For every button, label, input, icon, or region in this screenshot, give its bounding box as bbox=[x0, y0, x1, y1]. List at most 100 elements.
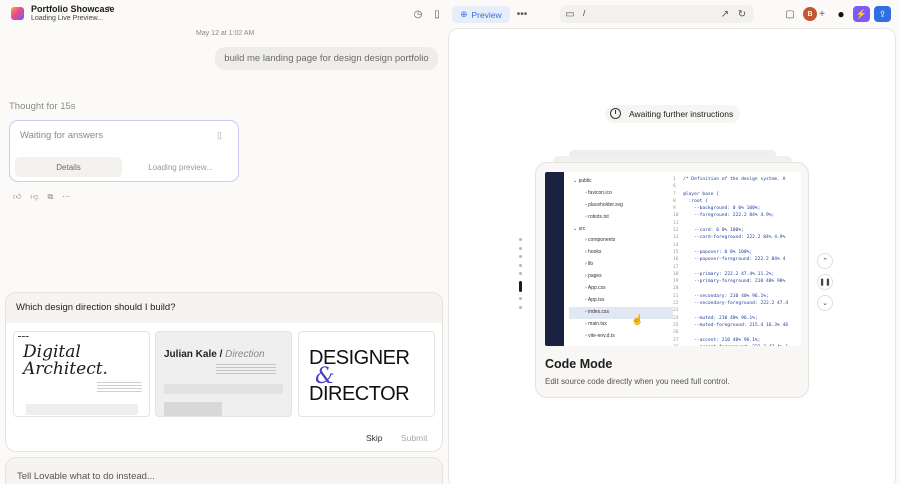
waiting-card: Waiting for answers ▯ Details Loading pr… bbox=[9, 120, 239, 182]
file-tree-item[interactable]: ⌄ public bbox=[569, 176, 673, 188]
file-tree-item[interactable]: ⌄ src bbox=[569, 224, 673, 236]
code-mode-card: ⌄ public ▫ favicon.ico ▫ placeholder.svg ▫ … bbox=[535, 162, 809, 398]
option-panel bbox=[164, 384, 283, 394]
history-icon[interactable]: ◷ bbox=[410, 6, 426, 22]
carousel-dot[interactable] bbox=[519, 297, 522, 300]
option-3-ampersand: & bbox=[315, 364, 335, 389]
sidebar-toggle-icon[interactable]: ▯ bbox=[429, 6, 445, 22]
project-status: Loading Live Preview... bbox=[31, 15, 103, 22]
open-external-icon[interactable]: ↗ bbox=[717, 6, 733, 22]
editor-rail bbox=[545, 172, 564, 346]
file-tree-item[interactable]: ▫ main.tsx bbox=[569, 319, 673, 331]
waiting-title: Waiting for answers bbox=[20, 130, 104, 141]
chat-input-placeholder: Tell Lovable what to do instead... bbox=[17, 471, 155, 482]
chat-input[interactable]: Tell Lovable what to do instead... bbox=[5, 457, 443, 484]
file-tree-item[interactable]: ▫ App.css bbox=[569, 283, 673, 295]
file-tree-item[interactable]: ▫ vite-env.d.ts bbox=[569, 331, 673, 343]
question-header: Which design direction should I build? bbox=[6, 293, 442, 323]
lovable-logo[interactable] bbox=[11, 7, 24, 20]
design-option-3[interactable]: DESIGNER DIRECTOR & bbox=[298, 331, 435, 417]
chat-icon[interactable]: ▢ bbox=[782, 6, 798, 22]
option-nav: ▬ ▬ ▬ bbox=[18, 334, 29, 338]
code-line: 8 :root { bbox=[673, 198, 708, 204]
question-text: Which design direction should I build? bbox=[16, 302, 176, 313]
plus-icon[interactable]: + bbox=[814, 6, 830, 22]
code-line: 27 --accent: 210 40% 96.1%; bbox=[673, 337, 761, 343]
globe-icon: ⊕ bbox=[460, 9, 468, 19]
device-icon[interactable]: ▭ bbox=[562, 6, 578, 22]
message-actions: 👍︎ 👎︎ ⧉ ⋯ bbox=[13, 192, 70, 202]
chevron-up-icon[interactable]: ⌃ bbox=[817, 253, 833, 269]
question-card: Which design direction should I build? ▬… bbox=[5, 292, 443, 452]
code-line: 28 --accent-foreground: 222.2 47.4% 1 bbox=[673, 344, 801, 346]
carousel-dot[interactable] bbox=[519, 246, 522, 250]
carousel-dots[interactable] bbox=[519, 238, 523, 314]
file-tree-item[interactable]: › pages bbox=[569, 271, 673, 283]
skip-button[interactable]: Skip bbox=[366, 433, 383, 443]
code-line: 23 bbox=[673, 308, 679, 314]
carousel-dot[interactable] bbox=[519, 305, 522, 309]
code-line: 1/* Definition of the design system. A bbox=[673, 177, 786, 182]
code-line: 7 @layer base { bbox=[673, 191, 719, 197]
top-bar: Portfolio Showcase ▾ Loading Live Previe… bbox=[0, 0, 900, 28]
file-tree-item[interactable]: › hooks bbox=[569, 247, 673, 259]
code-line: 6 bbox=[673, 184, 676, 190]
chevron-down-icon[interactable]: ▾ bbox=[107, 4, 111, 12]
code-line: 13 --card-foreground: 222.2 84% 4.9% bbox=[673, 235, 786, 241]
pause-icon[interactable]: ❚❚ bbox=[817, 274, 833, 290]
bookmark-icon[interactable]: ▯ bbox=[217, 130, 222, 141]
code-line: 10 --foreground: 222.2 84% 4.9%; bbox=[673, 213, 775, 219]
code-line: 24 --muted: 210 40% 96.1%; bbox=[673, 315, 758, 321]
file-tree-item[interactable]: ▫ index.css bbox=[569, 306, 673, 319]
thumbs-up-icon[interactable]: 👍︎ bbox=[13, 192, 21, 202]
file-tree-item[interactable]: ▫ robots.txt bbox=[569, 212, 673, 224]
design-option-2[interactable]: Julian Kale / Direction bbox=[155, 331, 292, 417]
mode-title: Code Mode bbox=[545, 357, 613, 371]
mode-description: Edit source code directly when you need … bbox=[545, 377, 730, 386]
code-line: 20 bbox=[673, 286, 679, 292]
carousel-dot[interactable] bbox=[519, 255, 522, 258]
code-line: 14 bbox=[673, 242, 679, 248]
submit-button[interactable]: Submit bbox=[401, 433, 427, 443]
design-option-1[interactable]: ▬ ▬ ▬ Digital Architect. bbox=[13, 331, 150, 417]
file-tree-item[interactable]: › lib bbox=[569, 259, 673, 271]
clock-icon bbox=[610, 108, 621, 119]
preview-label: Preview bbox=[471, 9, 502, 20]
code-line: 19 --primary-foreground: 210 40% 98% bbox=[673, 279, 786, 285]
url-path[interactable]: / bbox=[583, 9, 585, 18]
upgrade-button[interactable]: ⚡ bbox=[853, 6, 870, 22]
awaiting-status: Awaiting further instructions bbox=[605, 105, 741, 123]
code-line: 26 bbox=[673, 330, 679, 336]
github-icon[interactable]: ● bbox=[833, 6, 849, 22]
carousel-dot[interactable] bbox=[519, 272, 522, 275]
code-view: 1/* Definition of the design system. A 67… bbox=[673, 176, 801, 346]
thumbs-down-icon[interactable]: 👎︎ bbox=[30, 192, 38, 202]
code-line: 17 bbox=[673, 264, 679, 270]
refresh-icon[interactable]: ↻ bbox=[734, 6, 750, 22]
file-tree-item[interactable]: ▫ App.tsx bbox=[569, 295, 673, 307]
tab-loading-preview[interactable]: Loading preview... bbox=[127, 157, 234, 177]
option-button-shape bbox=[164, 402, 222, 416]
carousel-dot-active[interactable] bbox=[519, 280, 522, 292]
option-1-title: Digital Architect. bbox=[23, 342, 108, 379]
project-name[interactable]: Portfolio Showcase bbox=[31, 4, 115, 14]
carousel-dot[interactable] bbox=[519, 238, 522, 241]
option-2-title: Julian Kale / Direction bbox=[164, 349, 265, 360]
file-tree-item[interactable]: ▫ placeholder.svg bbox=[569, 200, 673, 212]
chevron-down-icon[interactable]: ⌄ bbox=[817, 295, 833, 311]
carousel-dot[interactable] bbox=[519, 263, 522, 267]
code-line: 18 --primary: 222.2 47.4% 11.2%; bbox=[673, 271, 775, 277]
publish-button[interactable]: ⇪ bbox=[874, 6, 891, 22]
code-line: 21 --secondary: 210 40% 96.1%; bbox=[673, 293, 769, 299]
tab-details[interactable]: Details bbox=[15, 157, 122, 177]
file-tree-item[interactable]: › components bbox=[569, 235, 673, 247]
preview-tab[interactable]: ⊕ Preview bbox=[452, 6, 510, 23]
copy-icon[interactable]: ⧉ bbox=[48, 192, 54, 202]
code-line: 11 bbox=[673, 220, 679, 226]
more-icon[interactable]: ⋯ bbox=[62, 192, 70, 202]
option-image-block bbox=[26, 404, 138, 415]
thought-duration[interactable]: Thought for 15s bbox=[9, 101, 76, 112]
code-line: 25 --muted-foreground: 215.4 16.3% 46 bbox=[673, 322, 789, 328]
more-icon[interactable]: ••• bbox=[514, 6, 530, 22]
file-tree-item[interactable]: ▫ favicon.ico bbox=[569, 188, 673, 200]
